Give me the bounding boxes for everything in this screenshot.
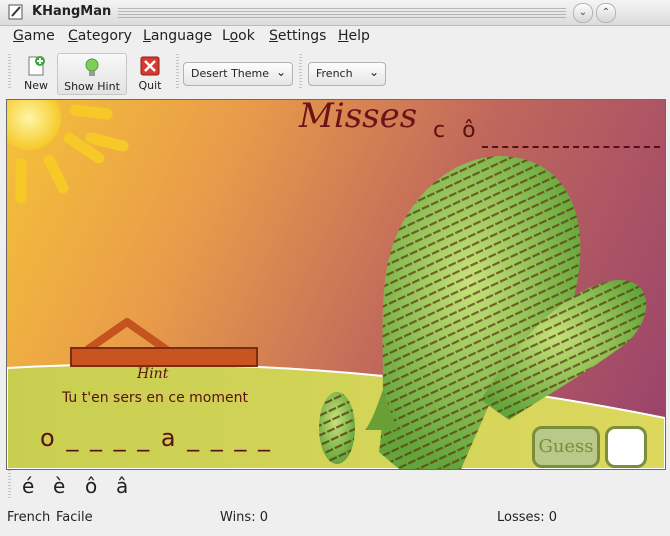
toolbar: New Show Hint Quit Desert Theme ⌄ French… [0,50,670,96]
show-hint-button[interactable]: Show Hint [57,53,127,95]
new-button[interactable]: New [17,53,55,93]
menu-settings[interactable]: Settings [269,28,326,44]
status-level: Facile [56,510,93,525]
status-language: French [7,510,51,525]
missed-letters-underline [482,146,660,148]
hint-sign-icon [70,318,258,367]
menu-bar: Game Category Language Look Settings Hel… [0,26,670,48]
status-wins: Wins: 0 [220,510,268,525]
status-bar: French Facile Wins: 0 Losses: 0 [0,508,670,530]
desert-scene [7,100,665,469]
toolbar-handle[interactable] [8,54,11,90]
title-bar[interactable]: KHangMan ⌄ ⌃ [0,0,670,26]
sun-icon [7,100,129,204]
hint-text: Tu t'en sers en ce moment [62,390,248,406]
hint-label: Hint [137,366,169,382]
quit-button[interactable]: Quit [132,53,168,93]
menu-game[interactable]: Game [13,28,55,44]
quit-icon [140,56,160,76]
missed-letters: c ô [433,118,481,143]
char-button[interactable]: è [53,474,65,498]
chevron-down-icon: ⌄ [275,65,286,79]
menu-help[interactable]: Help [338,28,370,44]
special-characters-bar: é è ô â [0,470,670,502]
new-document-icon [28,56,45,76]
toolbar-separator [176,54,179,90]
small-cactus [319,392,355,464]
status-losses: Losses: 0 [497,510,558,525]
khangman-app-icon [8,4,23,20]
char-button[interactable]: ô [85,474,97,498]
quit-button-label: Quit [138,79,162,92]
show-hint-label: Show Hint [64,80,120,93]
menu-look[interactable]: Look [222,28,255,44]
new-button-label: New [24,79,48,92]
game-canvas: Misses c ô Hint Tu t'en sers en ce momen… [6,99,666,470]
char-button[interactable]: â [116,474,128,498]
lightbulb-icon [85,58,99,76]
theme-select[interactable]: Desert Theme ⌄ [183,62,293,86]
theme-select-value: Desert Theme [191,67,270,80]
language-select-value: French [316,67,353,80]
word-display: o _ _ _ _ a _ _ _ _ [40,424,273,452]
toolbar-separator [299,54,302,90]
language-select[interactable]: French ⌄ [308,62,386,86]
misses-label: Misses [299,99,418,136]
char-button[interactable]: é [22,474,34,498]
chevron-down-icon: ⌄ [368,65,379,79]
guess-button[interactable]: Guess [532,426,600,468]
menu-language[interactable]: Language [143,28,212,44]
charbar-handle[interactable] [8,470,11,498]
maximize-icon[interactable]: ⌃ [596,3,616,23]
window-title: KHangMan [32,4,112,19]
guess-input[interactable] [605,426,647,468]
minimize-icon[interactable]: ⌄ [573,3,593,23]
title-grip [118,8,566,18]
menu-category[interactable]: Category [68,28,132,44]
